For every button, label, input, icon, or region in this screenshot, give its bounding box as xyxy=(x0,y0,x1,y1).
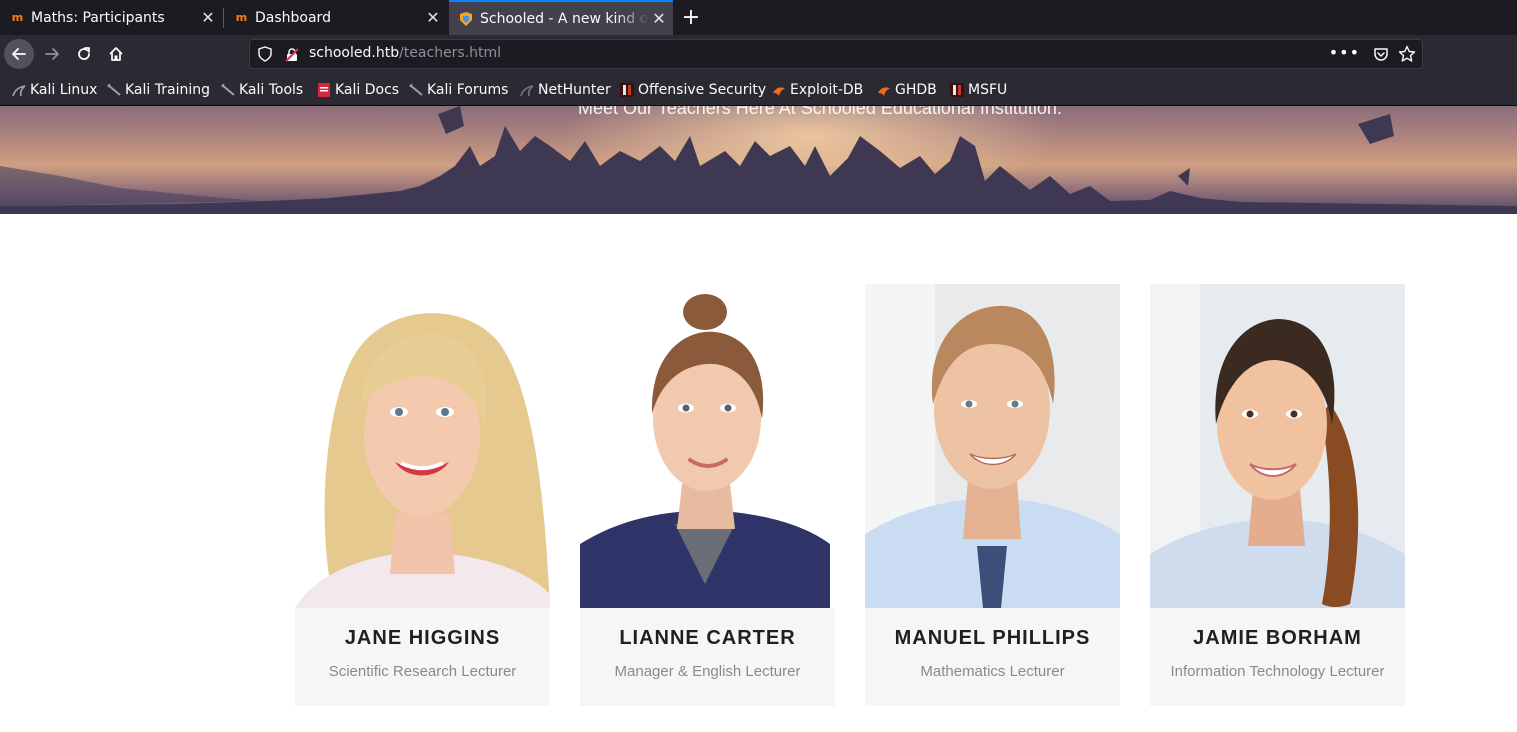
teacher-role: Scientific Research Lecturer xyxy=(328,663,517,680)
teacher-card-jamie-borham: JAMIE BORHAM Information Technology Lect… xyxy=(1150,284,1405,706)
schooled-icon xyxy=(458,11,474,27)
close-icon[interactable]: ✕ xyxy=(649,9,669,29)
pocket-icon[interactable] xyxy=(1373,46,1389,66)
url-text[interactable]: schooled.htb/teachers.html xyxy=(309,45,501,61)
tab-title: Maths: Participants xyxy=(31,9,165,26)
bookmark-label: Exploit-DB xyxy=(790,82,864,98)
bookmarks-toolbar: Kali Linux Kali Training Kali Tools Kali… xyxy=(0,74,1517,106)
bookmark-kali-forums[interactable]: Kali Forums xyxy=(409,80,508,100)
page-actions-menu-icon[interactable]: ••• xyxy=(1329,43,1360,62)
teacher-photo xyxy=(1150,284,1405,608)
bookmark-label: Kali Linux xyxy=(30,82,98,98)
arrow-left-icon xyxy=(12,48,26,60)
page-viewport: Meet Our Teachers Here At Schooled Educa… xyxy=(0,106,1517,732)
back-button[interactable] xyxy=(4,39,34,69)
url-path: /teachers.html xyxy=(399,45,502,61)
bookmark-label: Kali Training xyxy=(125,82,210,98)
teacher-name: JAMIE BORHAM xyxy=(1193,627,1362,649)
teacher-name: MANUEL PHILLIPS xyxy=(894,627,1091,649)
bookmark-msfu[interactable]: MSFU xyxy=(950,80,1007,100)
teacher-role: Mathematics Lecturer xyxy=(920,663,1065,680)
offsec-icon xyxy=(620,83,634,97)
tab-title: Schooled - A new kind of xyxy=(480,10,649,27)
bookmark-ghdb[interactable]: GHDB xyxy=(877,80,937,100)
tab-dashboard[interactable]: m Dashboard ✕ xyxy=(224,0,447,35)
teacher-card-manuel-phillips: MANUEL PHILLIPS Mathematics Lecturer xyxy=(865,284,1120,706)
teacher-card-lianne-carter: LIANNE CARTER Manager & English Lecturer xyxy=(580,284,835,706)
reload-icon xyxy=(78,47,90,60)
bookmark-label: GHDB xyxy=(895,82,937,98)
forward-button[interactable] xyxy=(37,39,67,69)
bookmark-label: Offensive Security xyxy=(638,82,767,98)
teacher-role: Information Technology Lecturer xyxy=(1170,663,1385,680)
bookmark-kali-training[interactable]: Kali Training xyxy=(107,80,210,100)
close-icon[interactable]: ✕ xyxy=(423,8,443,28)
moodle-icon: m xyxy=(11,11,23,24)
url-host: schooled.htb xyxy=(309,45,400,61)
navigation-toolbar: schooled.htb/teachers.html ••• xyxy=(0,35,1517,74)
teacher-name: LIANNE CARTER xyxy=(619,627,796,649)
address-bar[interactable]: schooled.htb/teachers.html ••• xyxy=(249,39,1423,69)
teacher-photo xyxy=(295,284,550,608)
bookmark-label: Kali Docs xyxy=(335,82,400,98)
offsec-icon xyxy=(950,83,964,97)
bookmark-kali-docs[interactable]: Kali Docs xyxy=(317,80,399,100)
tab-maths-participants[interactable]: m Maths: Participants ✕ xyxy=(0,0,222,35)
tab-strip: m Maths: Participants ✕ m Dashboard ✕ Sc… xyxy=(0,0,1517,35)
bookmark-kali-tools[interactable]: Kali Tools xyxy=(221,80,303,100)
kali-sword-icon xyxy=(409,83,423,97)
tab-title: Dashboard xyxy=(255,9,331,26)
bookmark-label: Kali Tools xyxy=(239,82,304,98)
close-icon[interactable]: ✕ xyxy=(198,8,218,28)
bookmark-label: NetHunter xyxy=(538,82,611,98)
bookmark-label: Kali Forums xyxy=(427,82,509,98)
bookmark-label: MSFU xyxy=(968,82,1008,98)
graduates-silhouette-image xyxy=(0,106,1517,214)
bookmark-nethunter[interactable]: NetHunter xyxy=(520,80,611,100)
kali-sword-icon xyxy=(107,83,121,97)
reload-button[interactable] xyxy=(69,39,99,69)
teacher-role: Manager & English Lecturer xyxy=(614,663,801,680)
tracking-shield-icon[interactable] xyxy=(258,46,272,66)
hero-subtitle: Meet Our Teachers Here At Schooled Educa… xyxy=(578,106,1062,118)
teacher-photo xyxy=(580,284,835,608)
arrow-right-icon xyxy=(45,48,59,60)
teacher-photo xyxy=(865,284,1120,608)
kali-dragon-icon xyxy=(12,83,26,97)
bookmark-exploit-db[interactable]: Exploit-DB xyxy=(772,80,863,100)
insecure-lock-icon[interactable] xyxy=(285,47,299,66)
home-button[interactable] xyxy=(101,39,131,69)
nethunter-icon xyxy=(520,83,534,97)
new-tab-button[interactable]: + xyxy=(679,5,703,30)
hero-banner: Meet Our Teachers Here At Schooled Educa… xyxy=(0,106,1517,214)
bookmark-offensive-security[interactable]: Offensive Security xyxy=(620,80,766,100)
moodle-icon: m xyxy=(235,11,247,24)
kali-sword-icon xyxy=(221,83,235,97)
exploitdb-icon xyxy=(772,83,786,97)
tab-schooled[interactable]: Schooled - A new kind of ✕ xyxy=(449,0,673,35)
home-icon xyxy=(109,47,123,61)
teacher-card-jane-higgins: JANE HIGGINS Scientific Research Lecture… xyxy=(295,284,550,706)
exploitdb-icon xyxy=(877,83,891,97)
teacher-name: JANE HIGGINS xyxy=(344,627,501,649)
bookmark-star-icon[interactable] xyxy=(1398,45,1416,67)
bookmark-kali-linux[interactable]: Kali Linux xyxy=(12,80,97,100)
kali-docs-icon xyxy=(317,83,331,97)
